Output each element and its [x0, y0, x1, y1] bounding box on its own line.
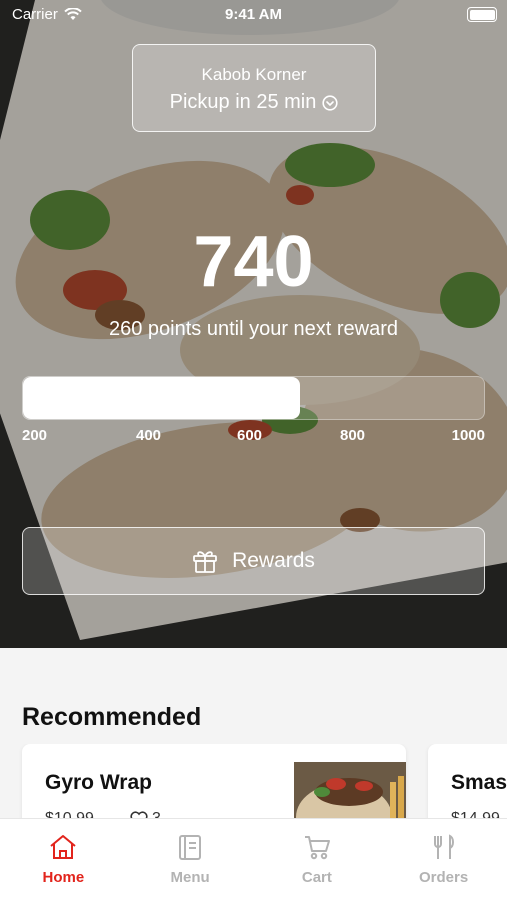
points-progress-bar	[22, 376, 485, 420]
recommended-heading: Recommended	[22, 703, 202, 731]
rewards-button[interactable]: Rewards	[22, 527, 485, 595]
chevron-down-circle-icon	[322, 94, 338, 111]
points-progress-fill	[23, 377, 300, 419]
points-remaining: 260 points until your next reward	[108, 318, 399, 340]
menu-icon	[179, 835, 202, 860]
tab-home[interactable]: Home	[0, 819, 127, 900]
tick-label: 200	[22, 427, 48, 444]
status-time: 9:41 AM	[225, 6, 282, 23]
battery-icon	[467, 7, 497, 22]
tick-label: 1000	[451, 427, 485, 444]
location-selector[interactable]: Kabob Korner Pickup in 25 min	[132, 44, 376, 132]
status-bar: Carrier 9:41 AM	[0, 0, 507, 30]
tick-label: 400	[136, 427, 162, 444]
tab-label: Cart	[301, 869, 332, 886]
tab-label: Orders	[419, 869, 469, 886]
tick-label: 800	[340, 427, 366, 444]
tick-label: 600	[237, 427, 263, 444]
orders-icon	[433, 834, 454, 859]
cart-icon	[304, 836, 330, 860]
tab-orders[interactable]: Orders	[380, 819, 507, 900]
rewards-label: Rewards	[232, 549, 315, 572]
pickup-label: Pickup in 25 min	[169, 91, 317, 113]
points-balance: 740	[193, 222, 314, 302]
tab-label: Menu	[170, 869, 210, 886]
home-icon	[50, 835, 77, 859]
item-name: Smas	[451, 771, 507, 794]
progress-ticks: 200 400 600 800 1000	[22, 427, 485, 447]
item-name: Gyro Wrap	[45, 771, 152, 794]
pickup-time: Pickup in 25 min	[170, 91, 339, 114]
tab-label: Home	[42, 869, 85, 886]
tab-cart[interactable]: Cart	[254, 819, 381, 900]
gift-icon	[193, 551, 217, 573]
store-name: Kabob Korner	[201, 65, 307, 84]
hero-banner: Carrier 9:41 AM Kabob Korner Pickup in 2…	[0, 0, 507, 648]
tab-bar: Home Menu Cart Orders	[0, 818, 507, 900]
tab-menu[interactable]: Menu	[127, 819, 254, 900]
